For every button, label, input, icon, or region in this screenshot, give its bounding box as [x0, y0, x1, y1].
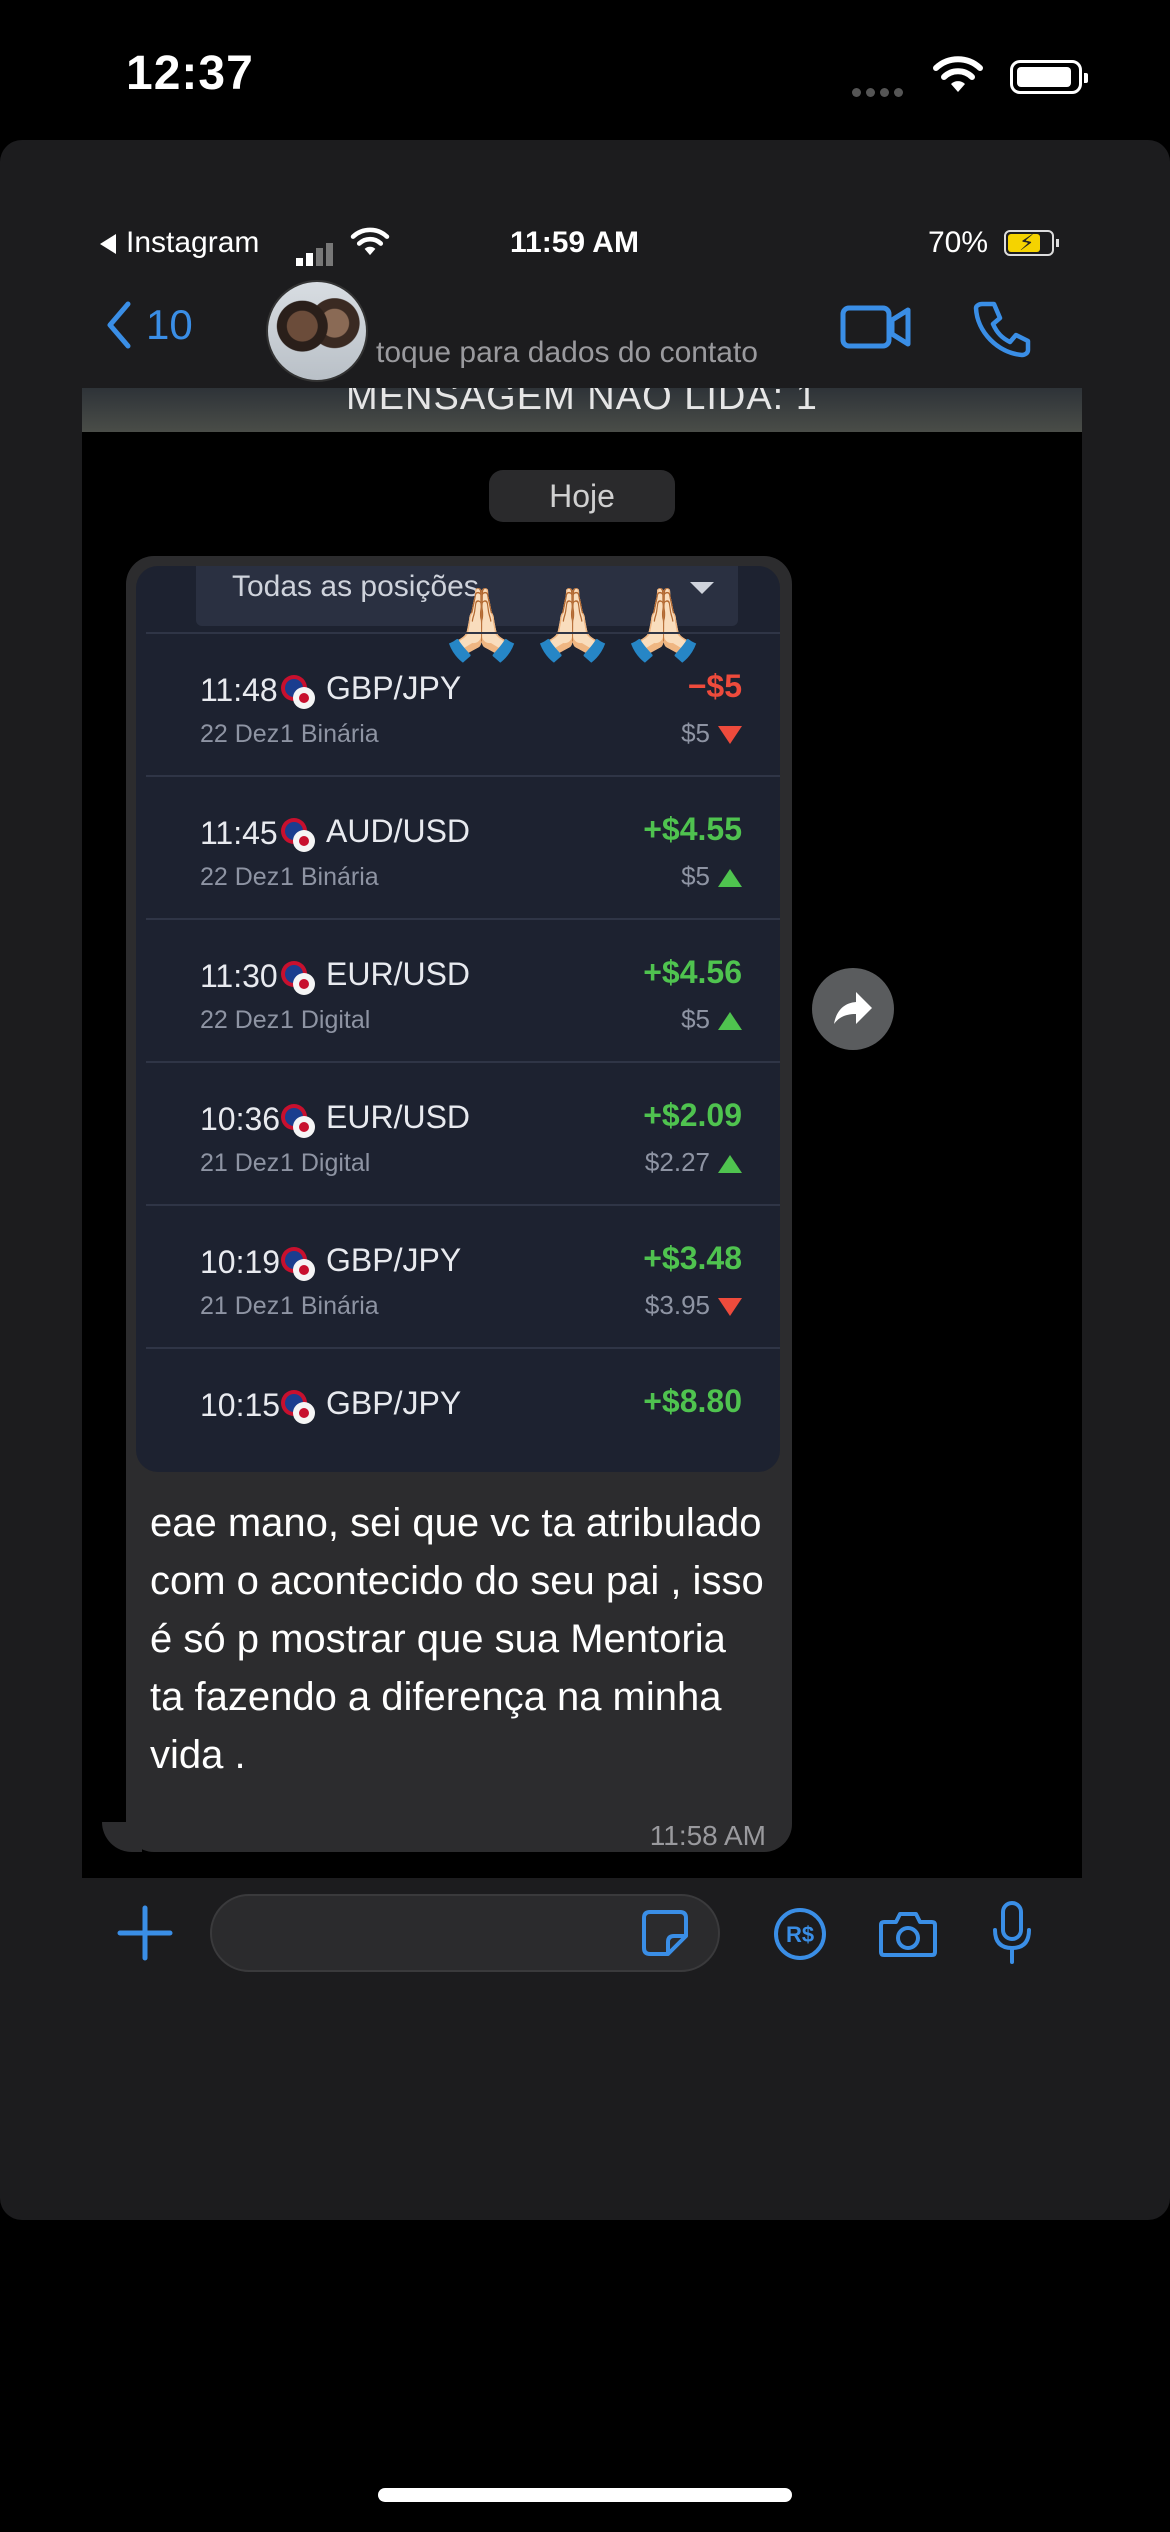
currency-flag-icon: [281, 1390, 315, 1424]
trade-time: 10:36: [200, 1101, 281, 1137]
trade-amount: $2.27: [644, 1147, 710, 1177]
trade-date: 21 Dez: [200, 1292, 280, 1320]
chevron-left-icon: [107, 301, 131, 349]
cellular-signal-icon: [852, 84, 908, 102]
camera-icon[interactable]: [878, 1908, 938, 1960]
trade-time: 10:15: [200, 1387, 281, 1423]
message-input-bar: R$: [82, 1878, 1082, 1990]
currency-flag-icon: [281, 1247, 315, 1281]
currency-flag-icon: [281, 961, 315, 995]
video-camera-icon[interactable]: [840, 302, 912, 352]
currency-pair: EUR/USD: [326, 956, 471, 992]
forward-button[interactable]: [812, 968, 894, 1050]
trade-time: 11:30: [200, 958, 278, 994]
payment-label: R$: [786, 1922, 814, 1947]
charging-battery-icon: ⚡: [1004, 230, 1059, 256]
inner-clock: 11:59 AM: [510, 226, 639, 259]
unread-banner: MENSAGEM NÃO LIDA: 1: [82, 388, 1082, 432]
back-button[interactable]: 10: [104, 300, 193, 350]
trade-time: 10:19: [200, 1244, 281, 1280]
inner-status-bar: Instagram 11:59 AM 70% ⚡: [0, 220, 1170, 270]
arrow-down-icon: [718, 726, 742, 744]
trade-profit: +$4.56: [643, 954, 742, 990]
trade-date: 22 Dez: [200, 1006, 280, 1034]
trade-amount: $5: [681, 718, 710, 748]
trade-row: 11:45 22 Dez AUD/USD 1 Binária +$4.55 $5: [146, 777, 780, 919]
trade-row: 11:48 22 Dez GBP/JPY 1 Binária −$5 $5: [146, 634, 780, 776]
unread-banner-text: MENSAGEM NÃO LIDA: 1: [346, 388, 818, 418]
unread-count: 10: [146, 301, 193, 348]
trade-date: 22 Dez: [200, 720, 280, 748]
trade-amount: $5: [681, 1004, 710, 1034]
microphone-icon[interactable]: [990, 1900, 1034, 1966]
trade-time: 11:45: [200, 815, 278, 851]
currency-pair: GBP/JPY: [326, 670, 462, 706]
device-clock: 12:37: [126, 47, 254, 100]
currency-pair: AUD/USD: [326, 813, 471, 849]
trade-type: 1 Digital: [280, 1149, 371, 1177]
payment-circle-icon: R$: [774, 1908, 826, 1960]
inner-wifi-icon: [350, 227, 390, 256]
currency-flag-icon: [281, 1104, 315, 1138]
trade-type: 1 Digital: [280, 1006, 371, 1034]
back-triangle-icon: [100, 234, 116, 255]
message-text: eae mano, sei que vc ta atribulado com o…: [150, 1501, 764, 1777]
arrow-up-icon: [718, 1155, 742, 1173]
arrow-up-icon: [718, 1012, 742, 1030]
chat-area[interactable]: MENSAGEM NÃO LIDA: 1 Hoje Todas as posiç…: [82, 388, 1082, 1878]
battery-percent: 70%: [928, 226, 989, 259]
currency-flag-icon: [281, 818, 315, 852]
plus-icon[interactable]: [116, 1904, 174, 1962]
trade-amount: $3.95: [644, 1290, 710, 1320]
back-app-label: Instagram: [126, 226, 260, 259]
wifi-icon: [933, 56, 983, 92]
trade-time: 11:48: [200, 672, 278, 708]
trade-profit: +$4.55: [643, 811, 742, 847]
trade-row: 11:30 22 Dez EUR/USD 1 Digital +$4.56 $5: [146, 920, 780, 1062]
trade-type: 1 Binária: [280, 720, 379, 748]
trade-profit: +$2.09: [643, 1097, 742, 1133]
inner-signal-icon: [296, 232, 336, 266]
chat-header: 10 toque para dados do contato: [0, 280, 1170, 382]
attached-image[interactable]: Todas as posições 🙏🏻🙏🏻🙏🏻 11:48 22 Dez GBP/…: [136, 566, 780, 1472]
currency-pair: GBP/JPY: [326, 1385, 462, 1421]
trade-profit: +$8.80: [643, 1383, 742, 1419]
bubble-tail: [102, 1822, 142, 1852]
currency-pair: GBP/JPY: [326, 1242, 462, 1278]
date-separator: Hoje: [489, 470, 675, 522]
sticker-icon[interactable]: [640, 1908, 690, 1958]
trade-date: 21 Dez: [200, 1149, 280, 1177]
trade-type: 1 Binária: [280, 1292, 379, 1320]
trade-row: 10:15 GBP/JPY +$8.80: [146, 1349, 780, 1472]
trade-row: 10:36 21 Dez EUR/USD 1 Digital +$2.09 $2.27: [146, 1063, 780, 1205]
currency-pair: EUR/USD: [326, 1099, 471, 1135]
trade-amount: $5: [681, 861, 710, 891]
trade-row: 10:19 21 Dez GBP/JPY 1 Binária +$3.48 $3.95: [146, 1206, 780, 1348]
trade-profit: −$5: [687, 668, 742, 704]
contact-avatar[interactable]: [266, 280, 368, 382]
device-status-bar: 12:37: [0, 0, 1170, 140]
trade-type: 1 Binária: [280, 863, 379, 891]
trade-date: 22 Dez: [200, 863, 280, 891]
forward-icon: [834, 992, 872, 1024]
message-bubble[interactable]: Todas as posições 🙏🏻🙏🏻🙏🏻 11:48 22 Dez GBP/…: [126, 556, 792, 1852]
phone-icon[interactable]: [972, 298, 1032, 358]
home-indicator[interactable]: [378, 2488, 792, 2502]
arrow-down-icon: [718, 1298, 742, 1316]
arrow-up-icon: [718, 869, 742, 887]
back-to-app-link[interactable]: Instagram: [100, 226, 259, 260]
payment-icon[interactable]: R$: [772, 1906, 828, 1967]
trade-profit: +$3.48: [643, 1240, 742, 1276]
contact-info-hint[interactable]: toque para dados do contato: [376, 336, 758, 370]
currency-flag-icon: [281, 675, 315, 709]
battery-icon: [1010, 60, 1088, 94]
message-timestamp: 11:58 AM: [649, 1820, 766, 1851]
